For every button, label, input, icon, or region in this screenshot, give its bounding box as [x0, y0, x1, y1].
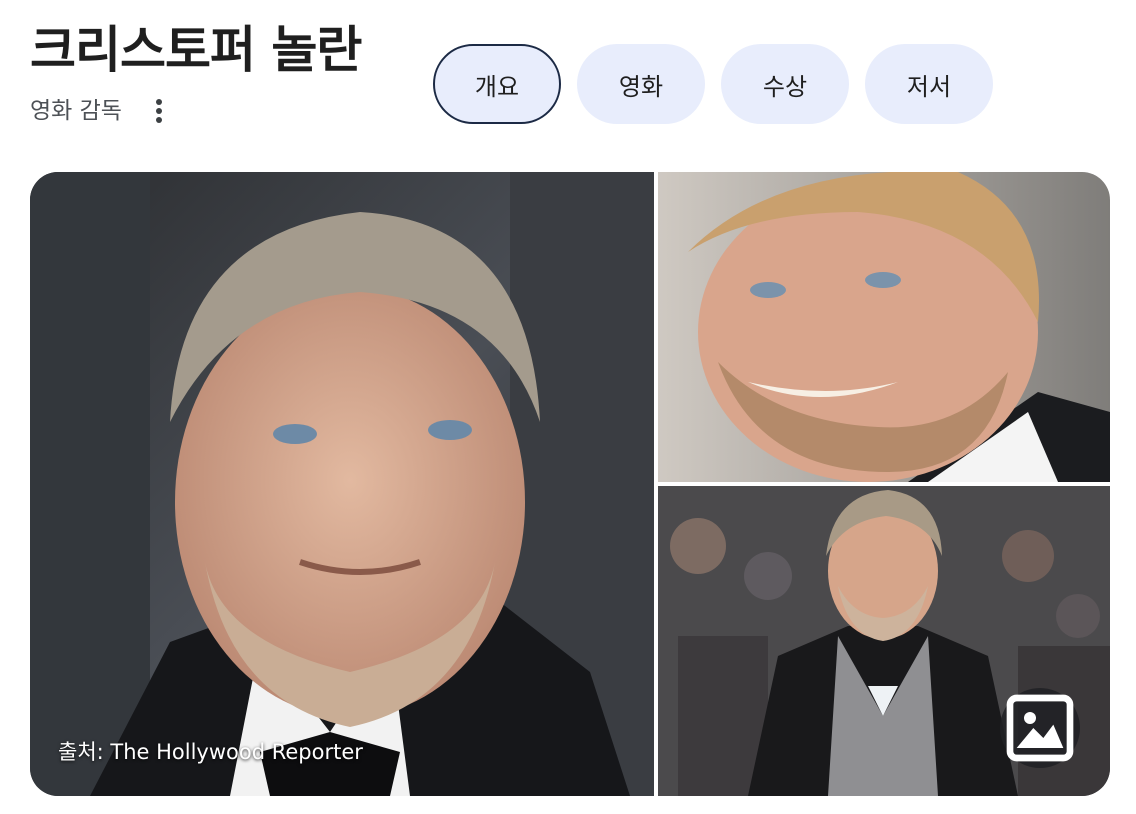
secondary-photo-bottom[interactable] [658, 486, 1110, 796]
tab-overview[interactable]: 개요 [433, 44, 561, 124]
portrait-image [30, 172, 654, 796]
image-search-button[interactable] [1000, 688, 1080, 768]
smiling-portrait-image [658, 172, 1110, 482]
tab-awards[interactable]: 수상 [721, 44, 849, 124]
tab-books[interactable]: 저서 [865, 44, 993, 124]
image-source-caption[interactable]: 출처: The Hollywood Reporter [58, 736, 363, 766]
entity-subtitle: 영화 감독 [30, 98, 122, 124]
main-photo[interactable]: 출처: The Hollywood Reporter [30, 172, 654, 796]
entity-title: 크리스토퍼 놀란 [30, 21, 362, 79]
more-vert-icon [155, 99, 162, 123]
more-options-button[interactable] [142, 94, 176, 128]
tab-chips: 개요 영화 수상 저서 [433, 44, 993, 124]
subtitle-row: 영화 감독 [30, 94, 176, 128]
knowledge-panel-header: 크리스토퍼 놀란 영화 감독 개요 영화 수상 저서 [0, 0, 1136, 160]
image-icon [1006, 694, 1074, 762]
secondary-photo-top[interactable] [658, 172, 1110, 482]
image-gallery: 출처: The Hollywood Reporter [30, 172, 1110, 796]
tab-movies[interactable]: 영화 [577, 44, 705, 124]
